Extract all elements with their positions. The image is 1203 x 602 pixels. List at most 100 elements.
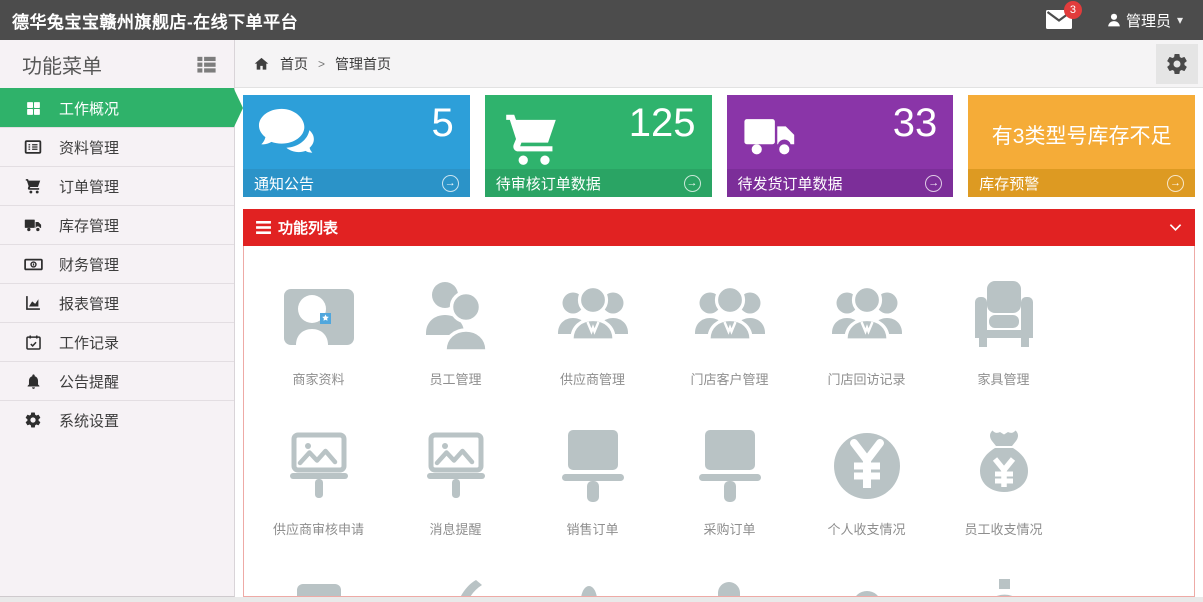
topbar-right: 3 管理员 ▾ [1046,6,1203,34]
function-item-partial[interactable] [935,572,1072,597]
breadcrumb-current: 管理首页 [335,54,391,74]
function-list-panel: 商家资料 员工管理 供应商管理 门店客户管理 门店回访记录 家具管理 供应商审核… [243,246,1195,597]
function-item-supplier-review-request[interactable]: 供应商审核申请 [250,422,387,572]
arrow-circle-icon[interactable]: → [925,175,942,192]
function-item-purchase-order[interactable]: 采购订单 [661,422,798,572]
bell-icon [22,373,44,390]
sidebar-item-label: 公告提醒 [59,371,119,392]
armchair-icon [960,272,1048,360]
caret-down-icon: ▾ [1177,13,1183,27]
tile-notice[interactable]: 5 通知公告 → [243,95,470,197]
arrow-circle-icon[interactable]: → [442,175,459,192]
tile-stock-warning[interactable]: 有3类型号库存不足 库存预警 → [968,95,1195,197]
function-item-furniture-mgmt[interactable]: 家具管理 [935,272,1072,422]
home-icon[interactable] [253,56,270,72]
sidebar-item-label: 资料管理 [59,137,119,158]
function-item-supplier-mgmt[interactable]: 供应商管理 [524,272,661,422]
tile-pending-review-orders[interactable]: 125 待审核订单数据 → [485,95,712,197]
tile-value: 5 [432,101,454,145]
function-item-label: 门店回访记录 [827,369,905,388]
truck-icon [22,216,44,235]
function-list-header[interactable]: 功能列表 [243,209,1195,246]
sidebar-item-notice-reminder[interactable]: 公告提醒 [0,361,234,400]
settings-button[interactable] [1156,44,1198,84]
users-group-icon [549,272,637,360]
function-item-partial[interactable] [387,572,524,597]
calendar-icon [22,334,44,351]
function-item-label: 消息提醒 [429,519,481,538]
function-item-store-visit-log[interactable]: 门店回访记录 [798,272,935,422]
users-two-icon [412,272,500,360]
partial-dot-icon [549,572,637,597]
tile-label: 待发货订单数据 [738,173,843,194]
sidebar-item-finance-mgmt[interactable]: 财务管理 [0,244,234,283]
function-item-merchant-info[interactable]: 商家资料 [250,272,387,422]
function-list-title: 功能列表 [278,217,338,238]
sidebar-item-data-mgmt[interactable]: 资料管理 [0,127,234,166]
content: 5 通知公告 → 125 待审核订单数据 → 33 待发货订单数据 → [235,88,1203,597]
function-item-partial[interactable] [524,572,661,597]
sidebar-item-work-overview[interactable]: 工作概况 [0,88,234,127]
sidebar: 功能菜单 工作概况 资料管理 订单管理 库存管理 财务管理 报表管理 工作记录 … [0,40,235,597]
topbar: 德华兔宝宝赣州旗舰店-在线下单平台 3 管理员 ▾ [0,0,1203,40]
summary-tiles: 5 通知公告 → 125 待审核订单数据 → 33 待发货订单数据 → [243,95,1195,197]
sidebar-item-report-mgmt[interactable]: 报表管理 [0,283,234,322]
tile-value: 33 [893,101,938,145]
billboard-icon [275,422,363,510]
users-group-icon [686,272,774,360]
sidebar-item-label: 工作概况 [59,98,119,119]
function-item-label: 销售订单 [566,519,618,538]
truck-large-icon [742,108,800,166]
user-icon [1106,12,1122,28]
mail-button[interactable]: 3 [1046,10,1072,34]
function-item-label: 采购订单 [703,519,755,538]
signboard-icon [686,422,774,510]
sidebar-item-work-log[interactable]: 工作记录 [0,322,234,361]
hamburger-icon [256,221,271,234]
function-item-label: 门店客户管理 [690,369,768,388]
arrow-circle-icon[interactable]: → [684,175,701,192]
sidebar-item-order-mgmt[interactable]: 订单管理 [0,166,234,205]
comments-icon [258,108,318,157]
th-list-icon[interactable] [195,53,218,76]
function-item-employee-mgmt[interactable]: 员工管理 [387,272,524,422]
cart-icon [22,177,44,195]
partial-knob-icon [960,572,1048,597]
function-item-label: 供应商管理 [560,369,625,388]
sidebar-header-title: 功能菜单 [22,50,102,79]
sidebar-menu: 工作概况 资料管理 订单管理 库存管理 财务管理 报表管理 工作记录 公告提醒 … [0,88,234,439]
function-item-partial[interactable] [798,572,935,597]
mail-badge: 3 [1064,1,1082,19]
function-item-partial[interactable] [250,572,387,597]
sidebar-item-label: 订单管理 [59,176,119,197]
function-item-partial[interactable] [661,572,798,597]
breadcrumb-home[interactable]: 首页 [280,54,308,74]
yen-circle-icon [823,422,911,510]
money-bag-icon [960,422,1048,510]
function-item-personal-finance[interactable]: 个人收支情况 [798,422,935,572]
signboard-icon [549,422,637,510]
function-item-sales-order[interactable]: 销售订单 [524,422,661,572]
sidebar-item-label: 财务管理 [59,254,119,275]
gear-icon [1165,52,1189,76]
partial-board-icon [275,572,363,597]
function-grid: 商家资料 员工管理 供应商管理 门店客户管理 门店回访记录 家具管理 供应商审核… [250,272,1194,597]
gear-icon [22,411,44,429]
function-item-store-customer-mgmt[interactable]: 门店客户管理 [661,272,798,422]
breadcrumb-separator: > [318,57,325,71]
sidebar-item-inventory-mgmt[interactable]: 库存管理 [0,205,234,244]
arrow-circle-icon[interactable]: → [1167,175,1184,192]
function-item-employee-finance[interactable]: 员工收支情况 [935,422,1072,572]
function-item-message-reminder[interactable]: 消息提醒 [387,422,524,572]
breadcrumb: 首页 > 管理首页 [235,40,1203,88]
tile-value: 125 [629,101,696,145]
sidebar-header: 功能菜单 [0,40,234,88]
sidebar-item-system-settings[interactable]: 系统设置 [0,400,234,439]
user-menu[interactable]: 管理员 ▾ [1106,10,1183,31]
chevron-down-icon[interactable] [1169,223,1182,232]
partial-curve-icon [412,572,500,597]
function-item-label: 个人收支情况 [827,519,905,538]
chart-icon [22,294,44,312]
partial-pill-icon [686,572,774,597]
tile-pending-ship-orders[interactable]: 33 待发货订单数据 → [727,95,954,197]
